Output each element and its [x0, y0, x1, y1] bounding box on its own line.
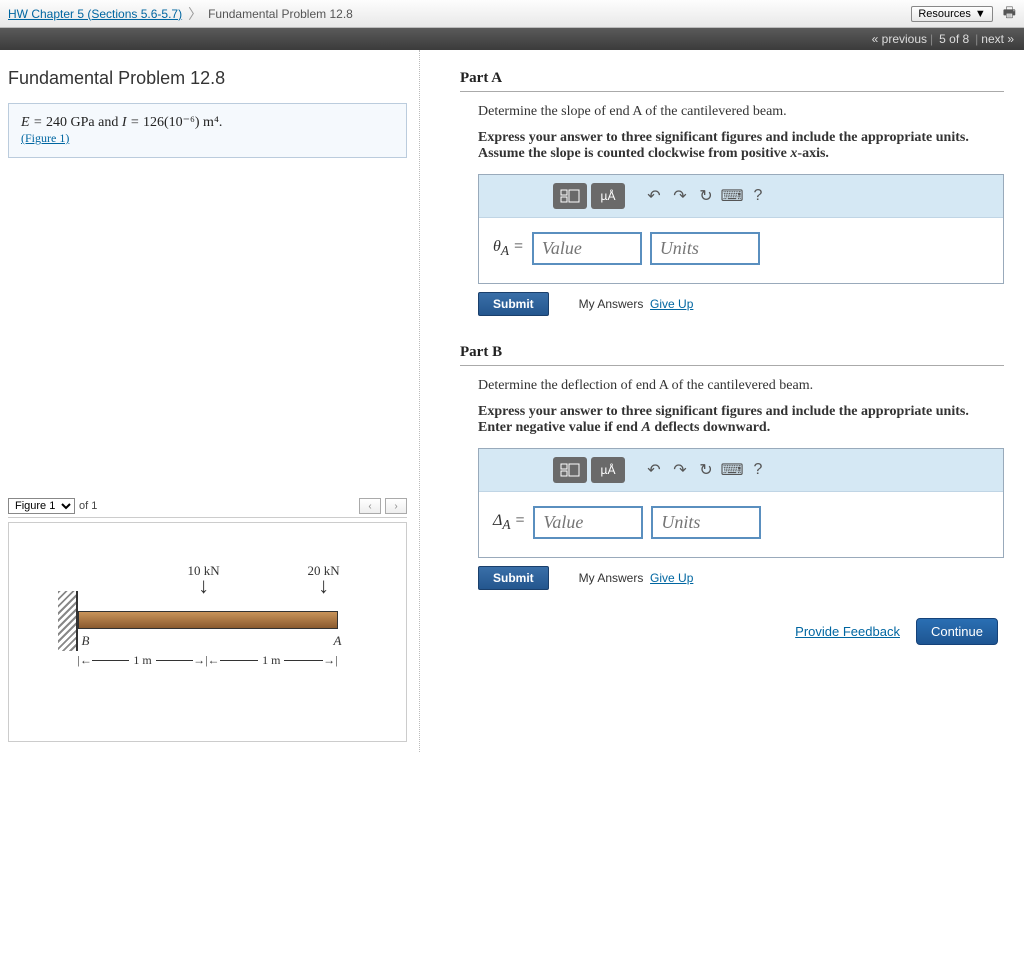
give-up-link[interactable]: Give Up	[650, 571, 693, 585]
right-column: Part A Determine the slope of end A of t…	[420, 50, 1024, 752]
reset-icon[interactable]: ↻	[695, 185, 717, 207]
given-I-value: 126(10⁻⁶) m⁴	[143, 115, 219, 130]
part-a-header: Part A	[460, 70, 1004, 92]
given-I-label: I =	[122, 115, 143, 130]
part-b-instructions: Express your answer to three significant…	[478, 404, 1004, 436]
template-icon[interactable]	[553, 183, 587, 209]
figure-selector[interactable]: Figure 1	[8, 498, 75, 514]
part-b-submit-row: Submit My Answers Give Up	[478, 566, 1004, 590]
part-b-value-input[interactable]	[533, 506, 643, 539]
part-a-value-input[interactable]	[532, 232, 642, 265]
units-icon[interactable]: µÅ	[591, 183, 625, 209]
help-icon[interactable]: ?	[747, 185, 769, 207]
undo-icon[interactable]: ↶	[643, 459, 665, 481]
my-answers-label: My Answers	[579, 297, 644, 311]
left-column: Fundamental Problem 12.8 E = 240 GPa and…	[0, 50, 420, 752]
breadcrumb-link[interactable]: HW Chapter 5 (Sections 5.6-5.7)	[8, 7, 182, 21]
part-a-variable: θA =	[493, 238, 524, 259]
part-b-description: Determine the deflection of end A of the…	[478, 378, 1004, 394]
part-b-submit-button[interactable]: Submit	[478, 566, 549, 590]
resources-label: Resources	[918, 8, 971, 20]
reset-icon[interactable]: ↻	[695, 459, 717, 481]
footer-actions: Provide Feedback Continue	[460, 618, 1004, 645]
part-b-input-row: ΔA =	[479, 492, 1003, 557]
provide-feedback-link[interactable]: Provide Feedback	[795, 624, 900, 639]
part-a-input-row: θA =	[479, 218, 1003, 283]
problem-statement-box: E = 240 GPa and I = 126(10⁻⁶) m⁴. (Figur…	[8, 103, 407, 158]
problem-title: Fundamental Problem 12.8	[8, 68, 407, 89]
undo-icon[interactable]: ↶	[643, 185, 665, 207]
part-a-instructions: Express your answer to three significant…	[478, 130, 1004, 162]
part-a-submit-button[interactable]: Submit	[478, 292, 549, 316]
part-a-toolbar: µÅ ↶ ↷ ↻ ⌨ ?	[479, 175, 1003, 218]
dimension-2: ←1 m→|	[208, 653, 338, 668]
figure-link[interactable]: (Figure 1)	[21, 131, 69, 145]
problem-nav-bar: « previous | 5 of 8 | next »	[0, 28, 1024, 50]
given-E-unit: GPa	[67, 115, 95, 130]
load-1: 10 kN↓	[188, 563, 220, 597]
redo-icon[interactable]: ↷	[669, 185, 691, 207]
part-b-units-input[interactable]	[651, 506, 761, 539]
breadcrumb-current: Fundamental Problem 12.8	[208, 7, 353, 21]
dropdown-icon: ▼	[975, 8, 986, 20]
given-E-value: 240	[46, 115, 67, 130]
figure-panel: Figure 1 of 1 ‹ › 10 kN↓ 20 kN↓ B	[8, 498, 407, 742]
figure-prev-button[interactable]: ‹	[359, 498, 381, 514]
keyboard-icon[interactable]: ⌨	[721, 459, 743, 481]
resources-button[interactable]: Resources ▼	[911, 6, 992, 22]
top-bar: HW Chapter 5 (Sections 5.6-5.7) 〉 Fundam…	[0, 0, 1024, 28]
my-answers-label: My Answers	[579, 571, 644, 585]
figure-header: Figure 1 of 1 ‹ ›	[8, 498, 407, 518]
nav-position: 5 of 8	[939, 32, 969, 46]
figure-image: 10 kN↓ 20 kN↓ B A |←1 m→| ←1 m→|	[8, 522, 407, 742]
part-a-submit-row: Submit My Answers Give Up	[478, 292, 1004, 316]
previous-link[interactable]: « previous	[872, 32, 927, 46]
fixed-support	[58, 591, 78, 651]
keyboard-icon[interactable]: ⌨	[721, 185, 743, 207]
part-b-answer-box: µÅ ↶ ↷ ↻ ⌨ ? ΔA =	[478, 448, 1004, 558]
template-icon[interactable]	[553, 457, 587, 483]
breadcrumb-separator: 〉	[188, 4, 202, 24]
dimension-1: |←1 m→|	[78, 653, 208, 668]
figure-count: of 1	[79, 500, 97, 512]
nav-divider: |	[975, 32, 978, 46]
given-mid: and	[95, 115, 122, 130]
point-A-label: A	[334, 633, 342, 649]
given-E-label: E =	[21, 115, 46, 130]
give-up-link[interactable]: Give Up	[650, 297, 693, 311]
load-2: 20 kN↓	[308, 563, 340, 597]
nav-divider: |	[930, 32, 933, 46]
part-b-variable: ΔA =	[493, 512, 525, 533]
figure-next-button[interactable]: ›	[385, 498, 407, 514]
part-a-answer-box: µÅ ↶ ↷ ↻ ⌨ ? θA =	[478, 174, 1004, 284]
units-icon[interactable]: µÅ	[591, 457, 625, 483]
part-a-description: Determine the slope of end A of the cant…	[478, 104, 1004, 120]
redo-icon[interactable]: ↷	[669, 459, 691, 481]
part-b-toolbar: µÅ ↶ ↷ ↻ ⌨ ?	[479, 449, 1003, 492]
help-icon[interactable]: ?	[747, 459, 769, 481]
part-a-units-input[interactable]	[650, 232, 760, 265]
next-link[interactable]: next »	[981, 32, 1014, 46]
given-suffix: .	[219, 115, 223, 130]
beam	[78, 611, 338, 629]
print-icon[interactable]: 🖶	[1003, 2, 1016, 26]
part-b-header: Part B	[460, 344, 1004, 366]
continue-button[interactable]: Continue	[916, 618, 998, 645]
point-B-label: B	[82, 633, 90, 649]
